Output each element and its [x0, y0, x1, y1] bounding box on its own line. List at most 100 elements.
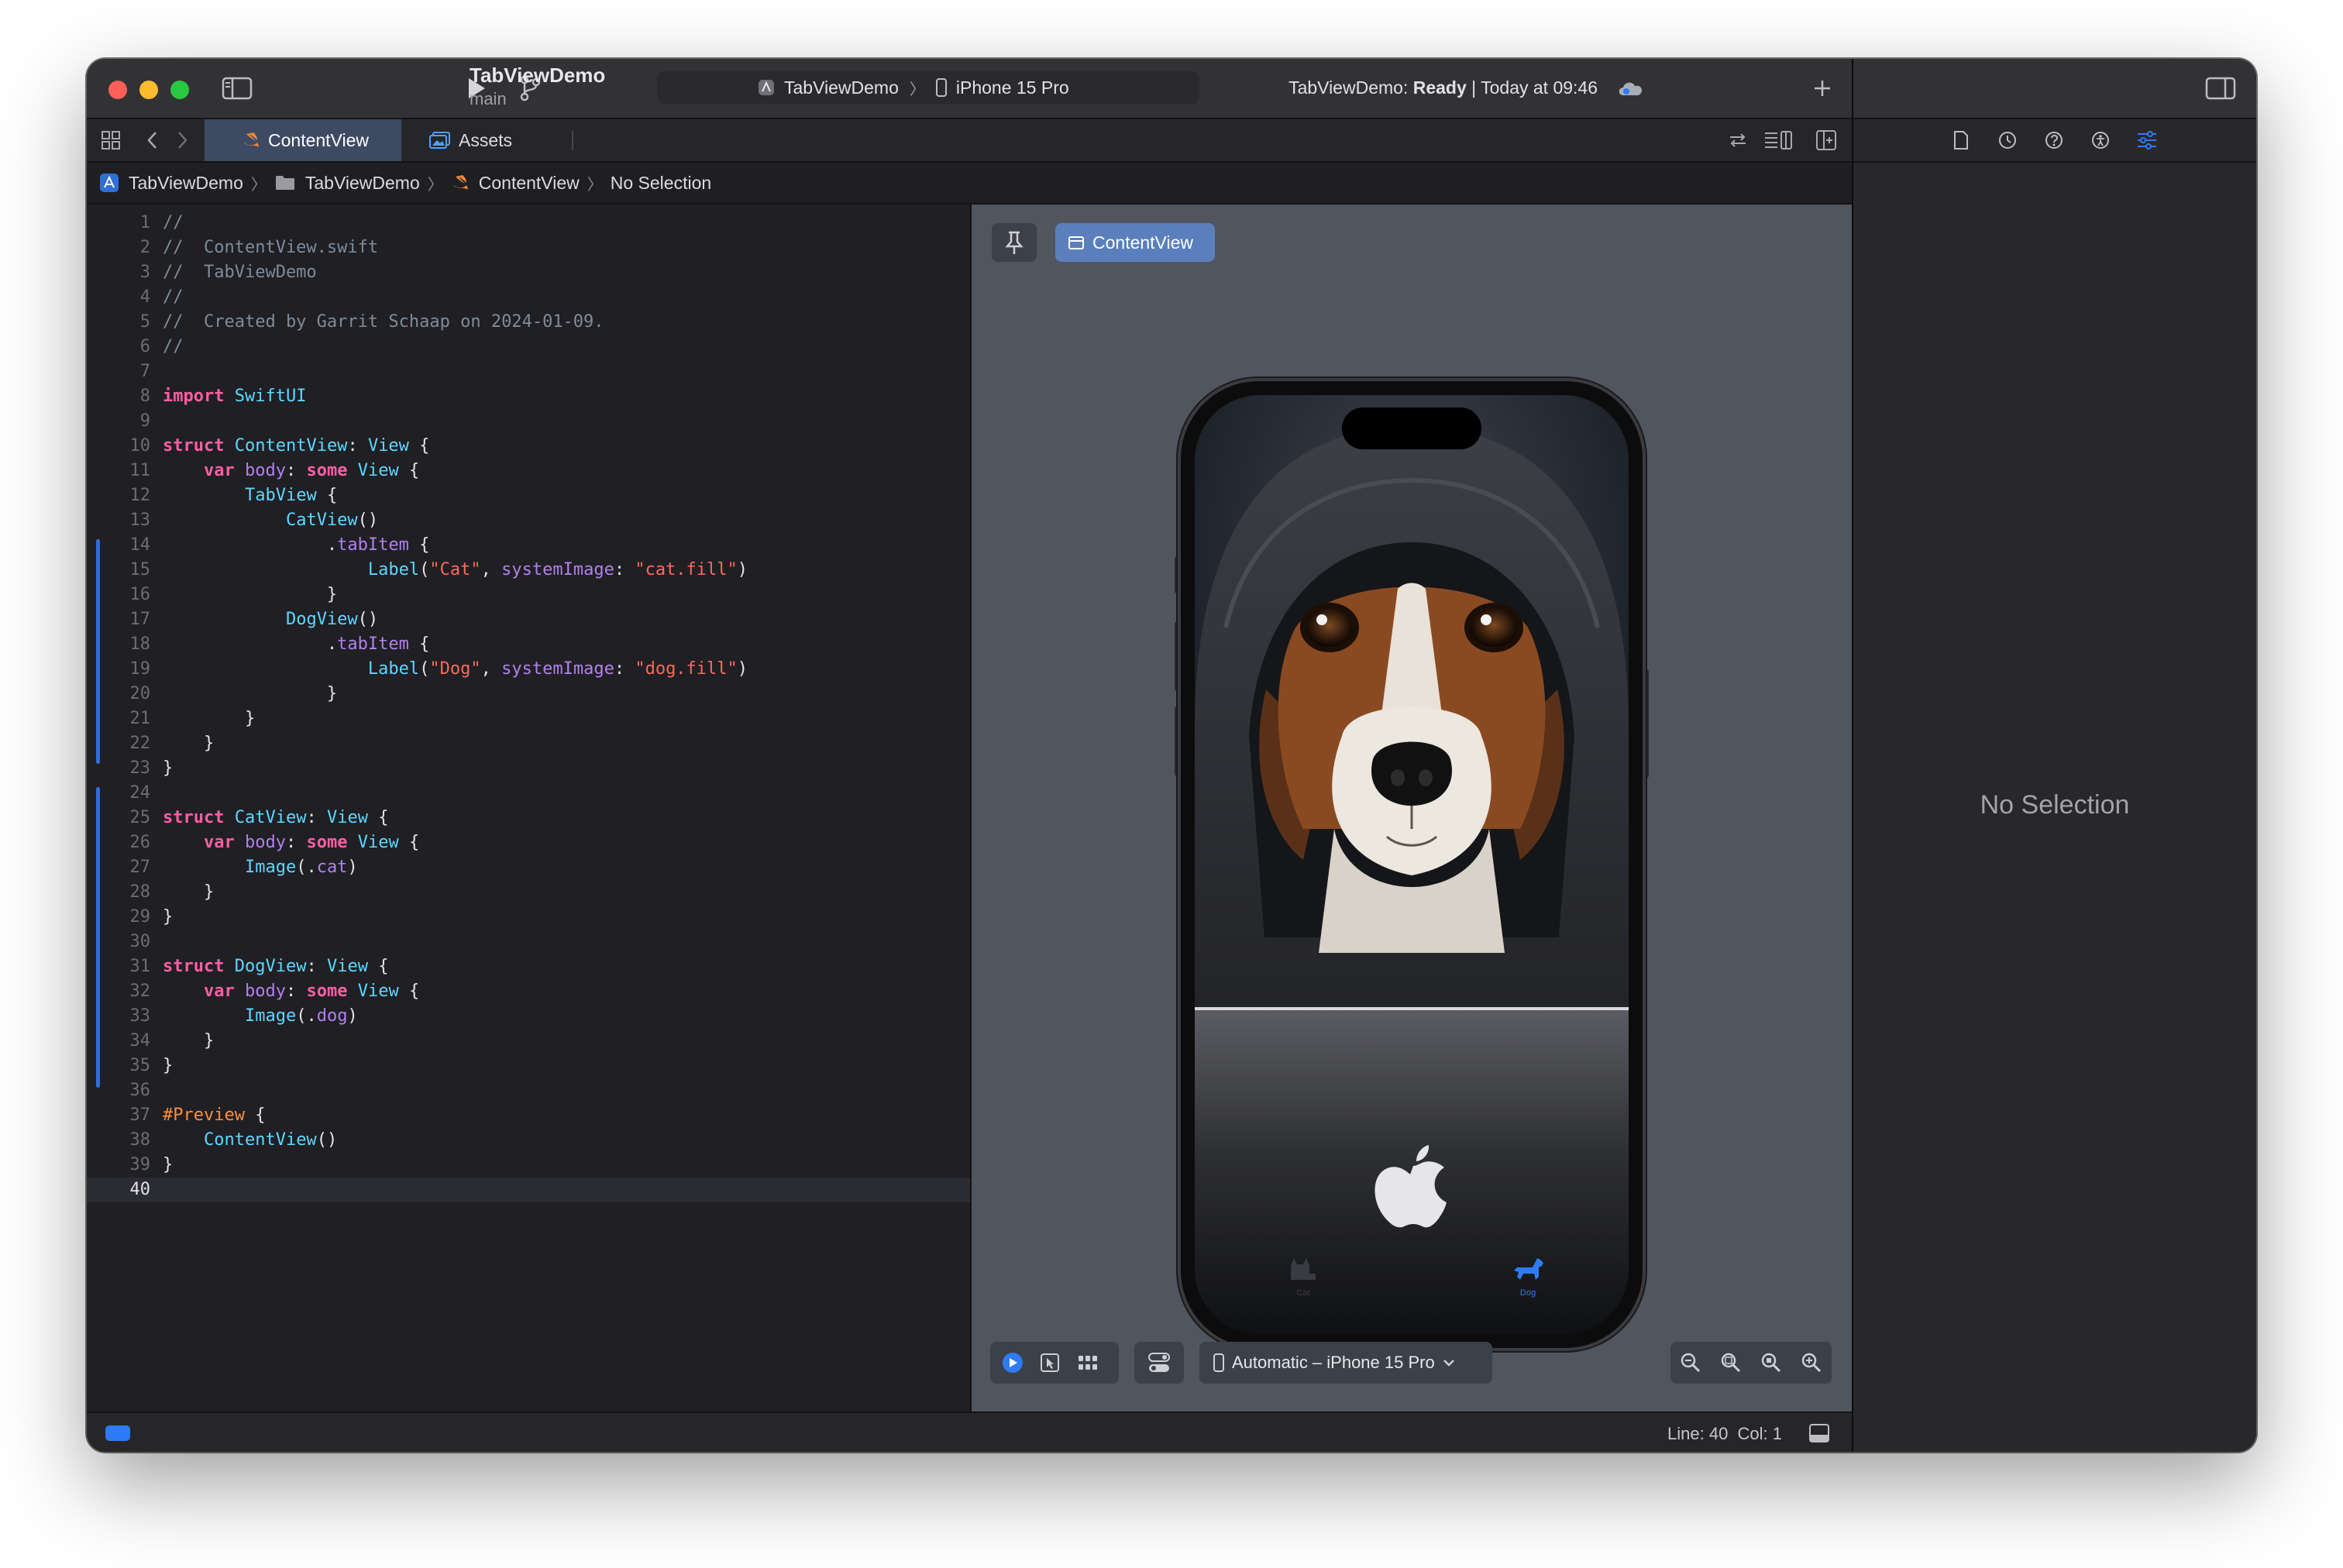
code-line[interactable]: 9	[87, 409, 970, 434]
branch-name: main	[470, 89, 507, 108]
line-number: 23	[129, 758, 151, 778]
code-editor[interactable]: 1 // 2 // ContentView.swift 3 // TabViewDemo 4…	[87, 205, 970, 1412]
code-line[interactable]: 19 Label("Dog", systemImage: "dog.fill")	[87, 657, 970, 682]
code-line[interactable]: 3 // TabViewDemo	[87, 260, 970, 285]
code-line[interactable]: 26 var body: some View {	[87, 830, 970, 855]
debug-area-indicator[interactable]	[105, 1425, 130, 1441]
code-text: // Created by Garrit Schaap on 2024-01-0…	[163, 312, 604, 332]
device-screen[interactable]: Cat Dog	[1195, 395, 1629, 1334]
breadcrumb-file[interactable]: ContentView	[479, 173, 580, 194]
pin-preview-button[interactable]	[992, 223, 1037, 262]
code-text: DogView()	[285, 610, 379, 629]
code-line[interactable]: 14 .tabItem {	[87, 533, 970, 558]
tab-contentview[interactable]: ContentView	[205, 119, 401, 161]
editor-options-icon[interactable]	[1760, 126, 1796, 155]
code-text: Label("Dog", systemImage: "dog.fill")	[367, 659, 748, 679]
zoom-in-icon[interactable]	[1801, 1352, 1822, 1374]
dynamic-island	[1342, 407, 1481, 449]
back-icon[interactable]	[141, 126, 164, 155]
pin-icon	[1005, 231, 1024, 254]
variants-icon[interactable]	[1077, 1353, 1099, 1372]
code-line[interactable]: 12 TabView {	[87, 483, 970, 508]
preview-canvas: ContentView Cat Dog Automatic – iPhone 1…	[972, 205, 1852, 1412]
minimize-window-button[interactable]	[139, 81, 158, 99]
code-line[interactable]: 35}	[87, 1054, 970, 1078]
code-line[interactable]: 20 }	[87, 682, 970, 707]
zoom-out-icon[interactable]	[1680, 1352, 1701, 1374]
tab-assets[interactable]: Assets	[420, 119, 559, 161]
line-number: 7	[139, 362, 150, 381]
code-line[interactable]: 33 Image(.dog)	[87, 1004, 970, 1029]
swap-icon[interactable]	[1723, 126, 1753, 155]
line-number: 30	[129, 932, 151, 951]
line-number: 9	[139, 411, 150, 431]
inspector-toggle-icon[interactable]	[2204, 73, 2238, 104]
code-line[interactable]: 11 var body: some View {	[87, 459, 970, 483]
code-line[interactable]: 30	[87, 930, 970, 954]
tab-contentview-label: ContentView	[268, 129, 369, 150]
add-editor-icon[interactable]	[1811, 126, 1841, 155]
code-line[interactable]: 13 CatView()	[87, 508, 970, 533]
grid-icon[interactable]	[96, 126, 126, 155]
breadcrumb-group[interactable]: TabViewDemo	[305, 173, 420, 194]
code-line[interactable]: 32 var body: some View {	[87, 979, 970, 1004]
zoom-window-button[interactable]	[170, 81, 189, 99]
line-number: 35	[129, 1056, 151, 1075]
code-line[interactable]: 28 }	[87, 880, 970, 905]
code-line[interactable]: 7	[87, 359, 970, 384]
code-text: }	[163, 907, 174, 927]
code-line[interactable]: 15 Label("Cat", systemImage: "cat.fill")	[87, 558, 970, 583]
code-line[interactable]: 40	[87, 1178, 970, 1202]
accessibility-inspector-icon[interactable]	[2089, 129, 2112, 152]
code-line[interactable]: 22 }	[87, 731, 970, 756]
line-number: 32	[129, 982, 151, 1001]
code-line[interactable]: 39}	[87, 1153, 970, 1178]
line-number: 39	[129, 1155, 151, 1174]
code-line[interactable]: 23}	[87, 756, 970, 781]
line-number: 11	[129, 461, 151, 480]
code-line[interactable]: 38 ContentView()	[87, 1128, 970, 1153]
code-line[interactable]: 21 }	[87, 707, 970, 731]
code-line[interactable]: 17 DogView()	[87, 607, 970, 632]
file-inspector-icon[interactable]	[1949, 129, 1973, 152]
code-line[interactable]: 4 //	[87, 285, 970, 310]
history-inspector-icon[interactable]	[1996, 129, 2019, 152]
zoom-actual-size-icon[interactable]	[1720, 1352, 1742, 1374]
zoom-to-fit-icon[interactable]	[1760, 1352, 1782, 1374]
code-line[interactable]: 24	[87, 781, 970, 806]
code-line[interactable]: 36	[87, 1078, 970, 1103]
cloud-icon[interactable]	[1613, 74, 1649, 102]
tabbar-item-dog[interactable]: Dog	[1505, 1253, 1551, 1298]
canvas-settings-button[interactable]	[1134, 1342, 1184, 1384]
tabbar-item-cat[interactable]: Cat	[1280, 1253, 1326, 1298]
code-line[interactable]: 5 // Created by Garrit Schaap on 2024-01-…	[87, 310, 970, 335]
code-line[interactable]: 18 .tabItem {	[87, 632, 970, 657]
code-line[interactable]: 25 struct CatView: View {	[87, 806, 970, 830]
selectable-mode-icon[interactable]	[1040, 1353, 1060, 1373]
breadcrumb-project[interactable]: TabViewDemo	[129, 173, 243, 194]
code-line[interactable]: 31 struct DogView: View {	[87, 954, 970, 979]
code-line[interactable]: 37 #Preview {	[87, 1103, 970, 1128]
code-line[interactable]: 27 Image(.cat)	[87, 855, 970, 880]
destination-label[interactable]: iPhone 15 Pro	[956, 77, 1069, 98]
device-settings-menu[interactable]: Automatic – iPhone 15 Pro	[1199, 1342, 1492, 1384]
code-line[interactable]: 6 //	[87, 335, 970, 359]
code-line[interactable]: 8 import SwiftUI	[87, 384, 970, 409]
live-mode-icon[interactable]	[1001, 1351, 1024, 1374]
scheme-label[interactable]: TabViewDemo	[784, 77, 899, 98]
forward-icon[interactable]	[170, 126, 194, 155]
navigator-toggle-icon[interactable]	[220, 73, 254, 104]
preview-selector-button[interactable]: ContentView	[1055, 223, 1215, 262]
code-line[interactable]: 29}	[87, 905, 970, 930]
code-line[interactable]: 16 }	[87, 583, 970, 607]
code-line[interactable]: 10 struct ContentView: View {	[87, 434, 970, 459]
close-window-button[interactable]	[108, 81, 127, 99]
code-line[interactable]: 1 //	[87, 211, 970, 236]
breadcrumb-symbol[interactable]: No Selection	[611, 173, 711, 194]
attributes-inspector-icon[interactable]	[2135, 129, 2159, 152]
code-line[interactable]: 2 // ContentView.swift	[87, 236, 970, 260]
help-inspector-icon[interactable]	[2042, 129, 2066, 152]
add-icon[interactable]	[1807, 73, 1838, 104]
debug-area-toggle-icon[interactable]	[1805, 1421, 1833, 1446]
code-line[interactable]: 34 }	[87, 1029, 970, 1054]
